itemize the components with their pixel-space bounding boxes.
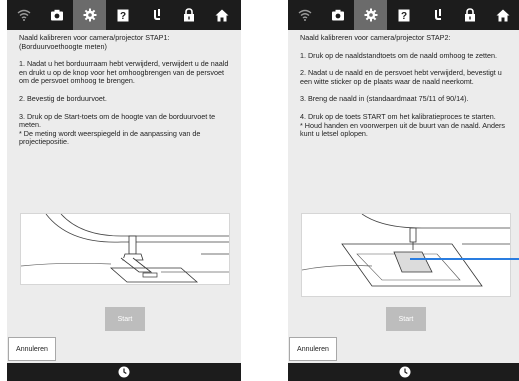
instruction-step-4: 4. Druk op de toets START om het kalibra… (300, 111, 505, 139)
home-tab[interactable] (486, 0, 519, 30)
lock-tab[interactable] (172, 0, 205, 30)
cancel-button[interactable]: Annuleren (289, 337, 337, 361)
top-toolbar: ? (7, 0, 241, 30)
instruction-step-2: 2. Nadat u de naald en de persvoet hebt … (300, 68, 502, 86)
lock-icon (464, 8, 475, 22)
step-title: Naald kalibreren voor camera/projector S… (300, 33, 451, 42)
help-tab[interactable]: ? (106, 0, 139, 30)
wifi-icon (17, 9, 30, 21)
camera-icon (331, 9, 344, 21)
instruction-step-3: 3. Breng de naald in (standaardmaat 75/1… (300, 94, 469, 104)
gear-icon (364, 8, 377, 22)
needle-tab[interactable] (139, 0, 172, 30)
help-tab[interactable]: ? (387, 0, 420, 30)
svg-text:?: ? (400, 11, 406, 22)
camera-tab[interactable] (40, 0, 73, 30)
needle-sticker-illustration (301, 213, 511, 297)
instruction-step-1: 1. Nadat u het borduurraam hebt verwijde… (19, 59, 229, 86)
presser-foot-illustration (20, 213, 230, 285)
help-icon: ? (398, 9, 409, 22)
instruction-step-1: 1. Druk op de naaldstandtoets om de naal… (300, 50, 497, 60)
wifi-icon (298, 9, 311, 21)
camera-icon (50, 9, 63, 21)
settings-tab[interactable] (354, 0, 387, 30)
cancel-button[interactable]: Annuleren (8, 337, 56, 361)
clock-icon[interactable] (118, 366, 130, 378)
calibration-step2-screen: ? Naald kalibreren voor camera/projector… (288, 0, 519, 381)
home-icon (215, 9, 228, 21)
bottom-bar (7, 363, 241, 381)
instruction-step-2: 2. Bevestig de borduurvoet. (19, 93, 107, 103)
camera-tab[interactable] (321, 0, 354, 30)
svg-text:?: ? (119, 11, 125, 22)
wifi-tab[interactable] (288, 0, 321, 30)
start-button[interactable]: Start (386, 307, 426, 331)
lock-icon (183, 8, 194, 22)
top-toolbar: ? (288, 0, 519, 30)
clock-icon[interactable] (399, 366, 411, 378)
instruction-step-3: 3. Druk op de Start-toets om de hoogte v… (19, 111, 216, 147)
lock-tab[interactable] (453, 0, 486, 30)
needle-icon (432, 9, 441, 20)
calibration-step1-screen: ? Naald kalibreren voor camera/projector… (7, 0, 241, 381)
home-icon (496, 9, 509, 21)
home-tab[interactable] (205, 0, 238, 30)
instructions: Naald kalibreren voor camera/projector S… (19, 33, 233, 156)
needle-icon (151, 9, 160, 20)
bottom-bar (288, 363, 519, 381)
callout-pointer-line (410, 258, 519, 260)
gear-icon (83, 8, 96, 22)
step-title: Naald kalibreren voor camera/projector S… (19, 33, 170, 51)
needle-tab[interactable] (420, 0, 453, 30)
settings-tab[interactable] (73, 0, 106, 30)
wifi-tab[interactable] (7, 0, 40, 30)
instructions: Naald kalibreren voor camera/projector S… (300, 33, 514, 148)
help-icon: ? (117, 9, 128, 22)
start-button[interactable]: Start (105, 307, 145, 331)
